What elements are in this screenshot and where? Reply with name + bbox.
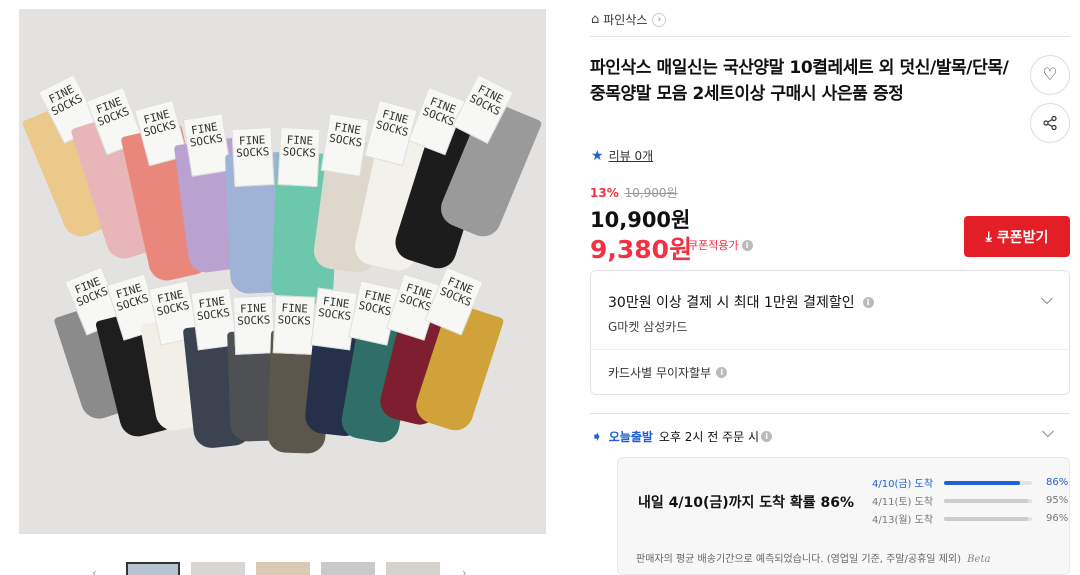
chevron-down-icon[interactable]: ⌵ (1041, 289, 1053, 309)
info-icon[interactable]: i (862, 296, 874, 308)
arrival-row: 4/10(금) 도착 86% (872, 475, 1068, 490)
delivery-condition: 오후 2시 전 주문 시 (658, 430, 760, 444)
delivery-row[interactable]: ➧ 오늘출발 오후 2시 전 주문 시 i (591, 428, 773, 445)
home-icon: ⌂ (591, 12, 600, 27)
original-price: 10,900원 (624, 186, 678, 200)
arrival-date: 4/11(토) 도착 (872, 497, 934, 508)
coupon-button-label: 쿠폰받기 (996, 229, 1049, 246)
thumbnail-5[interactable] (386, 562, 440, 575)
probability-bar (944, 498, 1032, 503)
product-title: 파인삭스 매일신는 국산양말 10켤레세트 외 덧신/발목/단목/중목양말 모음… (590, 58, 1009, 104)
divider (591, 349, 1069, 350)
share-icon (1043, 115, 1057, 131)
product-main-image[interactable]: FINE SOCKS FINE SOCKS FINE SOCKS FINE SOCKS… (19, 9, 546, 534)
delivery-note-text: 판매자의 평균 배송기간으로 예측되었습니다. (영업일 기준, 주말/공휴일 … (636, 554, 961, 565)
today-shipping-label: 오늘출발 (608, 430, 653, 444)
delivery-note: 판매자의 평균 배송기간으로 예측되었습니다. (영업일 기준, 주말/공휴일 … (636, 550, 990, 565)
review-summary: ★ 리뷰 0개 (591, 147, 653, 164)
coupon-price-label: 쿠폰적용가 i (688, 237, 753, 253)
sock-tag: FINE SOCKS (277, 126, 321, 188)
discount-rate: 13% (590, 186, 619, 200)
sock-tag: FINE SOCKS (310, 287, 358, 351)
probability-bar (944, 516, 1032, 521)
thumb-prev-icon[interactable]: ‹ (92, 566, 97, 575)
info-icon[interactable]: i (716, 367, 728, 378)
thumbnail-3[interactable] (256, 562, 310, 575)
payment-benefit-box: 30만원 이상 결제 시 최대 1만원 결제할인 i G마켓 삼성카드 ⌵ 카드… (590, 270, 1070, 395)
info-icon[interactable]: i (741, 239, 753, 251)
arrival-percent: 96% (1046, 513, 1069, 524)
probability-bar (944, 480, 1032, 485)
thumbnail-1[interactable] (126, 562, 180, 575)
probability-fill (944, 498, 1028, 503)
arrival-row: 4/11(토) 도착 95% (872, 493, 1068, 508)
sock-tag: FINE SOCKS (231, 126, 275, 188)
arrival-date: 4/10(금) 도착 (872, 479, 934, 490)
arrival-percent: 86% (1046, 477, 1069, 488)
thumbnail-4[interactable] (321, 562, 375, 575)
arrival-row: 4/13(월) 도착 96% (872, 511, 1068, 526)
chevron-right-icon[interactable]: › (652, 12, 667, 27)
store-link[interactable]: 파인삭스 (603, 11, 647, 28)
benefit-card-name: G마켓 삼성카드 (608, 320, 688, 334)
thumb-next-icon[interactable]: › (462, 566, 467, 575)
coupon-download-button[interactable]: ⤓ 쿠폰받기 (964, 216, 1070, 257)
coupon-price: 9,380원 (590, 235, 693, 264)
sock-tag: FINE SOCKS (272, 295, 316, 355)
divider (590, 413, 1070, 414)
arrival-percent: 95% (1046, 495, 1069, 506)
probability-fill (944, 516, 1029, 521)
probability-fill (944, 480, 1020, 485)
review-link[interactable]: 리뷰 0개 (609, 147, 654, 164)
star-icon: ★ (591, 147, 604, 164)
download-icon: ⤓ (985, 228, 992, 245)
share-button[interactable] (1030, 103, 1070, 143)
benefit-title: 30만원 이상 결제 시 최대 1만원 결제할인 (608, 295, 855, 311)
breadcrumb: ⌂ 파인삭스 › (591, 11, 667, 28)
divider (590, 36, 1070, 37)
thumbnail-2[interactable] (191, 562, 245, 575)
installment-row[interactable]: 카드사별 무이자할부 i (608, 364, 728, 381)
price-block: 13% 10,900원 10,900원 9,380원 쿠폰적용가 i (590, 184, 753, 264)
chevron-down-icon[interactable]: ⌵ (1042, 422, 1054, 442)
thumbnail-strip: ‹ › (60, 560, 520, 575)
info-icon[interactable]: i (761, 431, 773, 442)
wishlist-button[interactable]: ♡ (1030, 55, 1070, 95)
arrival-probability-box: 내일 4/10(금)까지 도착 확률 86% 4/10(금) 도착 86% 4/… (617, 457, 1070, 575)
beta-label: Beta (967, 554, 991, 565)
coupon-label-text: 쿠폰적용가 (688, 239, 739, 252)
sock-tag: FINE SOCKS (232, 295, 276, 355)
arrival-date: 4/13(월) 도착 (872, 515, 934, 526)
benefit-title-row[interactable]: 30만원 이상 결제 시 최대 1만원 결제할인 i (608, 292, 874, 312)
sock-tag: FINE SOCKS (182, 113, 232, 177)
heart-icon: ♡ (1042, 65, 1058, 85)
arrival-summary: 내일 4/10(금)까지 도착 확률 86% (638, 495, 855, 511)
product-info-panel: ⌂ 파인삭스 › 파인삭스 매일신는 국산양말 10켤레세트 외 덧신/발목/단… (590, 0, 1070, 575)
truck-icon: ➧ (591, 428, 603, 445)
installment-label: 카드사별 무이자할부 (608, 366, 712, 380)
